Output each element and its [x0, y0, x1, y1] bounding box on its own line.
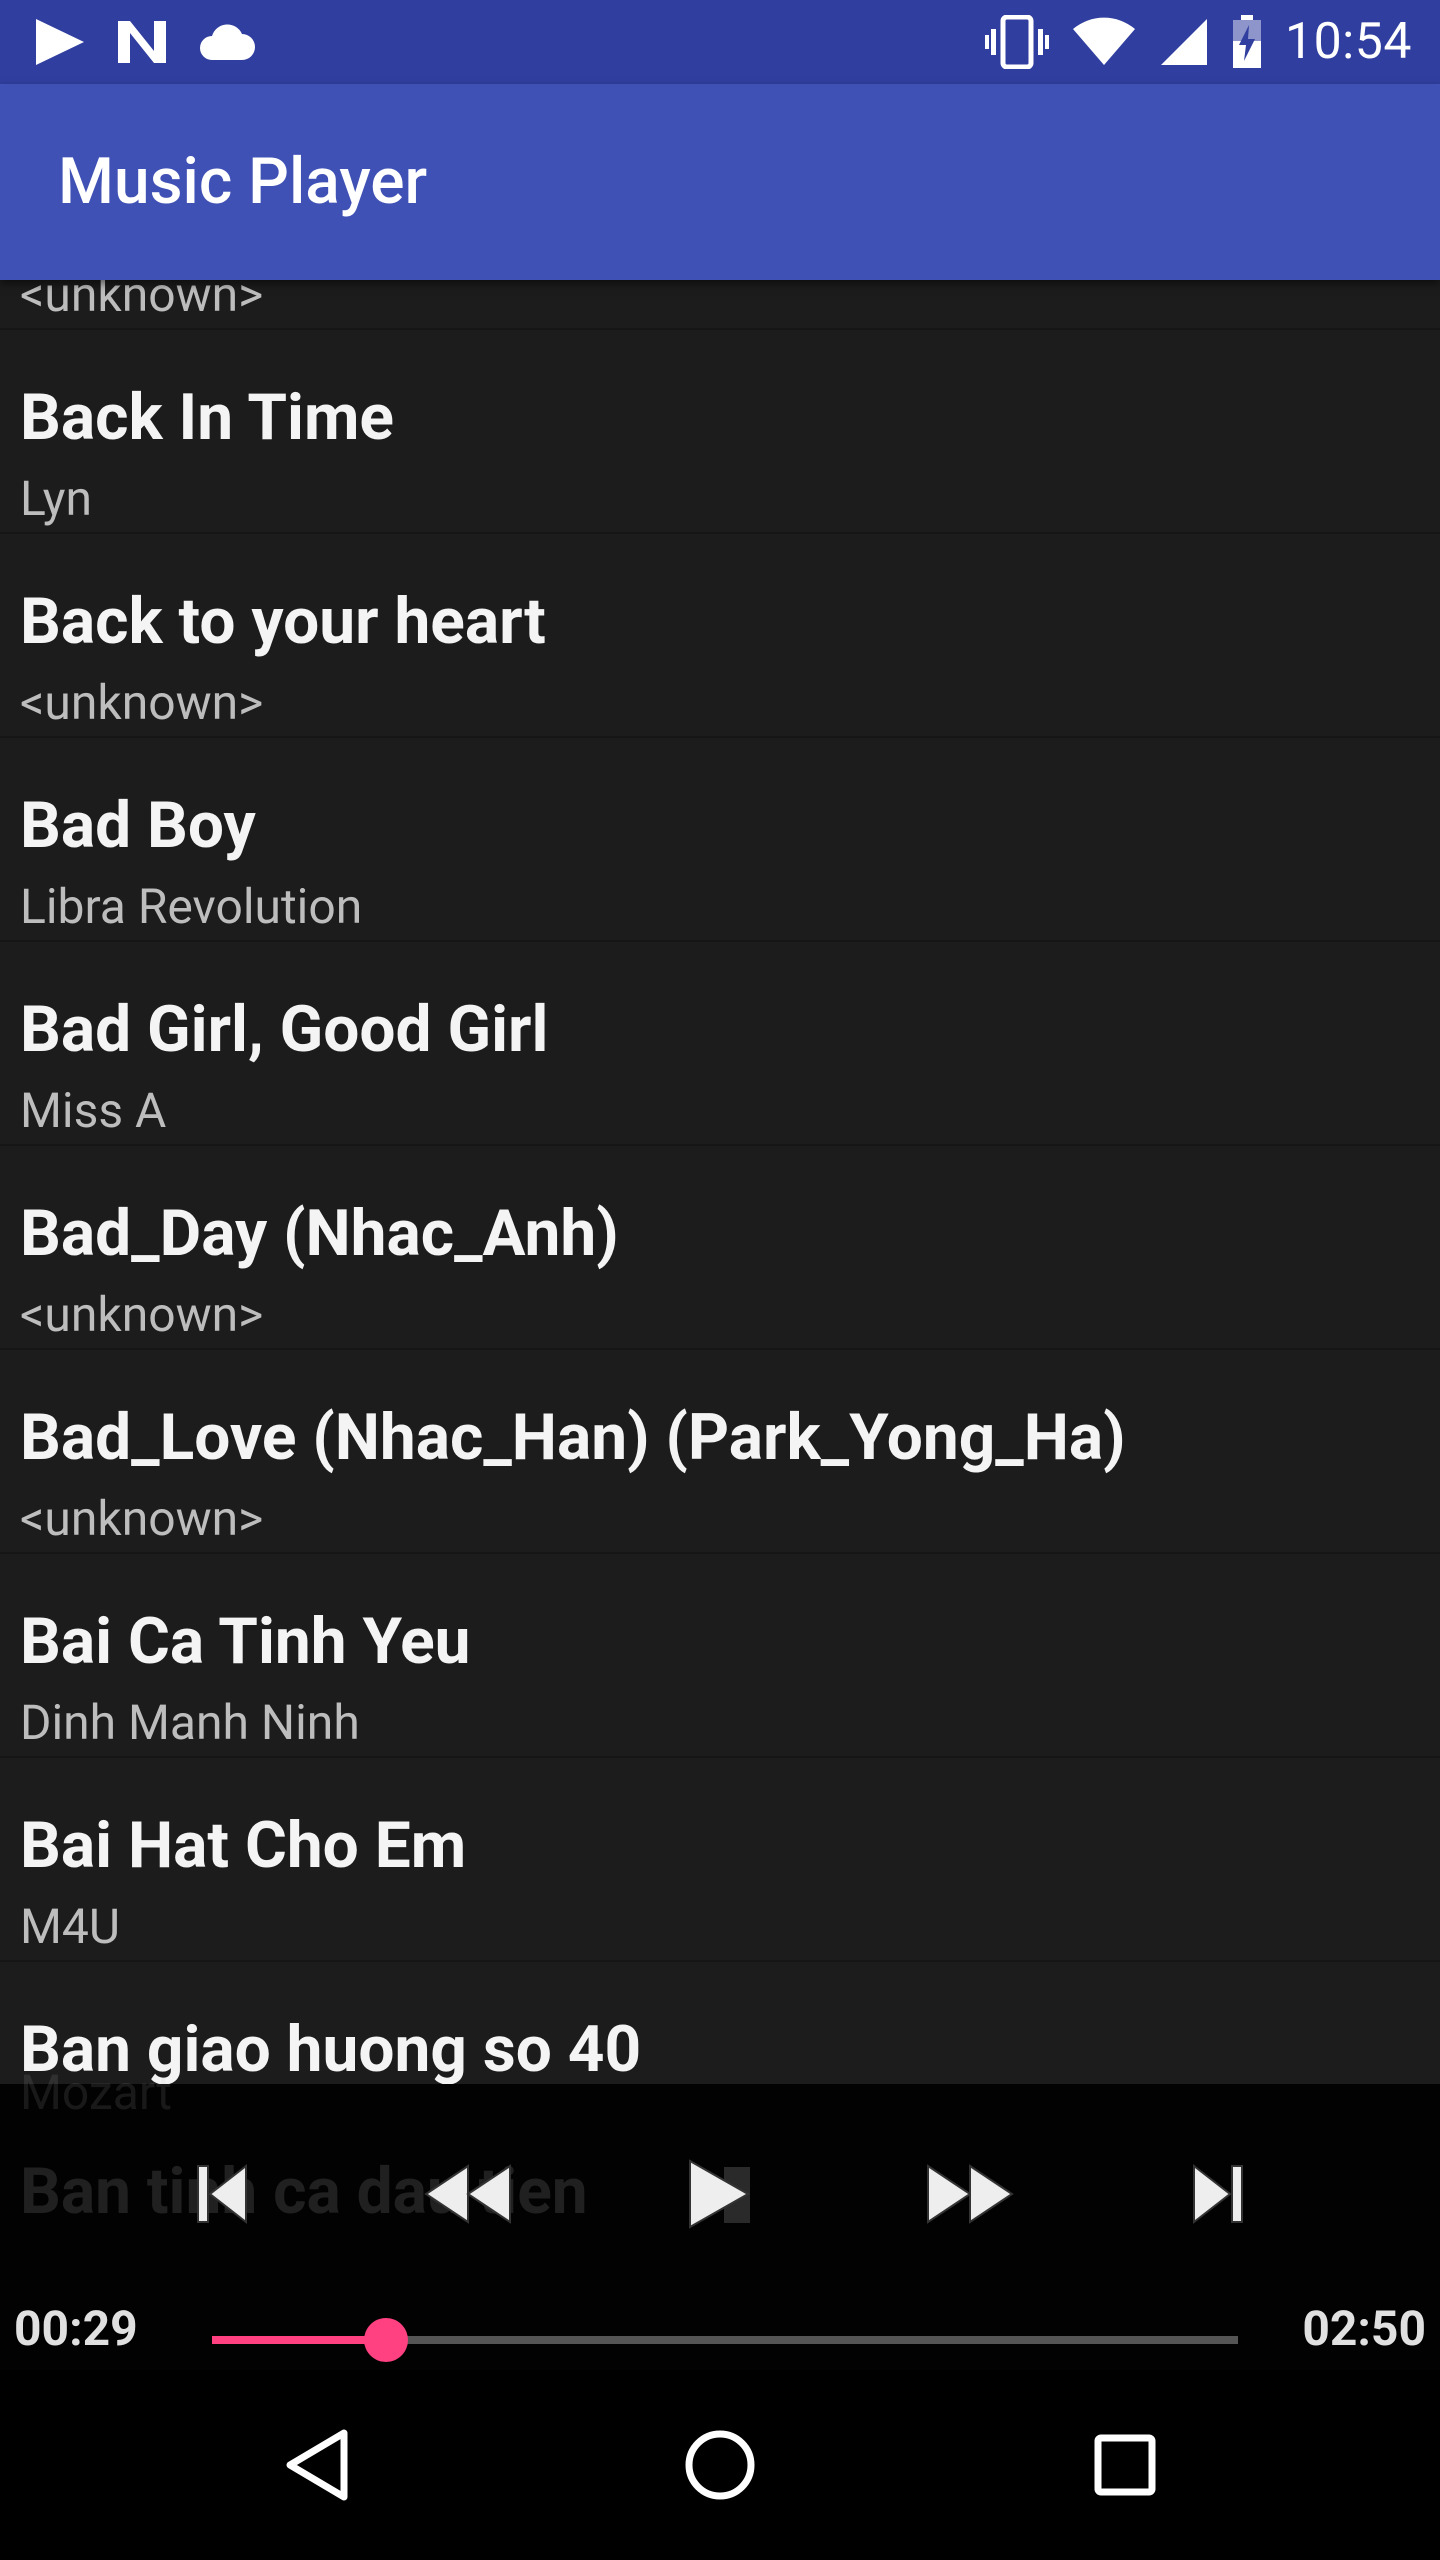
song-title: Bai Hat Cho Em [20, 1808, 467, 1883]
app-bar: Music Player [0, 84, 1440, 280]
list-item[interactable]: Bad_Day (Nhac_Anh) <unknown> [0, 1144, 1440, 1350]
song-artist: Dinh Manh Ninh [20, 1694, 360, 1751]
play-icon [689, 2159, 751, 2229]
wifi-icon [1072, 17, 1135, 65]
song-artist: M4U [20, 1898, 121, 1955]
back-button[interactable] [262, 2410, 372, 2520]
song-list[interactable]: <unknown> Back In Time Lyn Back to your … [0, 280, 1440, 2084]
list-item[interactable]: Ban giao huong so 40 Mozart [0, 1960, 1440, 2084]
signal-icon [1160, 19, 1207, 65]
fast-forward-icon [927, 2164, 1014, 2224]
navigation-bar [0, 2370, 1440, 2560]
list-item[interactable]: <unknown> [0, 280, 1440, 330]
player-controls: Mozart Ban tinh ca dau tien 00:29 02:50 [0, 2064, 1440, 2370]
list-item[interactable]: Back In Time Lyn [0, 328, 1440, 534]
clock: 10:54 [1284, 13, 1412, 71]
song-artist: <unknown> [20, 674, 264, 731]
recents-button[interactable] [1070, 2410, 1180, 2520]
rewind-icon [424, 2164, 511, 2224]
play-store-icon [36, 19, 84, 65]
seek-bar[interactable] [212, 2318, 1238, 2362]
home-button[interactable] [665, 2410, 775, 2520]
list-item[interactable]: Back to your heart <unknown> [0, 532, 1440, 738]
status-bar: 10:54 [0, 0, 1440, 84]
skip-next-button[interactable] [1168, 2144, 1268, 2244]
song-title: Bad Boy [20, 788, 256, 863]
home-icon [685, 2430, 755, 2500]
song-artist: Miss A [20, 1082, 167, 1139]
recents-icon [1094, 2434, 1156, 2496]
back-icon [286, 2429, 348, 2501]
page-title: Music Player [58, 144, 428, 219]
play-button[interactable] [670, 2144, 770, 2244]
n-notification-icon [118, 21, 166, 63]
song-artist: Libra Revolution [20, 878, 363, 935]
song-artist: <unknown> [20, 280, 264, 323]
cloud-icon [200, 24, 255, 60]
battery-charging-icon [1232, 15, 1261, 68]
list-item[interactable]: Bai Ca Tinh Yeu Dinh Manh Ninh [0, 1552, 1440, 1758]
song-title: Back to your heart [20, 584, 546, 659]
list-item[interactable]: Bad Girl, Good Girl Miss A [0, 940, 1440, 1146]
list-item[interactable]: Bad_Love (Nhac_Han) (Park_Yong_Ha) <unkn… [0, 1348, 1440, 1554]
fast-forward-button[interactable] [920, 2144, 1020, 2244]
seek-progress [212, 2336, 387, 2344]
vibrate-icon [984, 15, 1049, 69]
song-artist: Lyn [20, 470, 92, 527]
song-title: Bad_Love (Nhac_Han) (Park_Yong_Ha) [20, 1400, 1126, 1475]
song-title: Back In Time [20, 380, 394, 455]
song-artist: Mozart [20, 2064, 172, 2121]
skip-next-icon [1193, 2163, 1243, 2225]
rewind-button[interactable] [418, 2144, 518, 2244]
song-artist: <unknown> [20, 1490, 264, 1547]
skip-previous-button[interactable] [172, 2144, 272, 2244]
skip-previous-icon [197, 2163, 247, 2225]
elapsed-time: 00:29 [14, 2300, 138, 2357]
total-duration: 02:50 [1302, 2300, 1426, 2357]
list-item[interactable]: Bad Boy Libra Revolution [0, 736, 1440, 942]
song-title: Bad Girl, Good Girl [20, 992, 549, 1067]
seek-thumb[interactable] [364, 2318, 409, 2362]
song-title: Bad_Day (Nhac_Anh) [20, 1196, 619, 1271]
list-item[interactable]: Bai Hat Cho Em M4U [0, 1756, 1440, 1962]
song-artist: <unknown> [20, 1286, 264, 1343]
song-title: Bai Ca Tinh Yeu [20, 1604, 471, 1679]
